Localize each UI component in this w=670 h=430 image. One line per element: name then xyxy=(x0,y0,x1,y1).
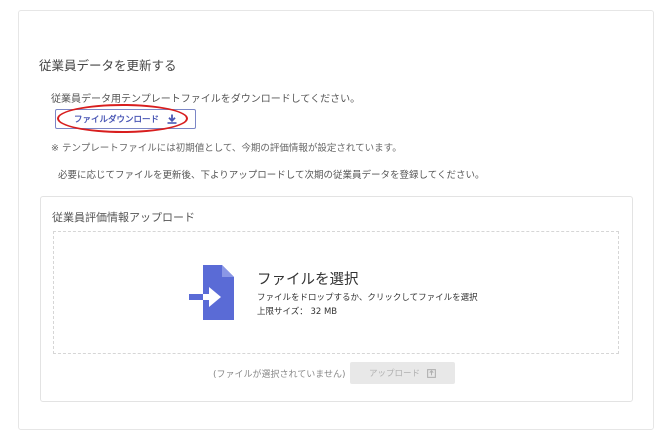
select-file-title: ファイルを選択 xyxy=(257,272,359,288)
upload-button[interactable]: アップロード xyxy=(350,362,455,384)
page-title: 従業員データを更新する xyxy=(39,58,177,73)
file-import-icon xyxy=(187,263,245,325)
update-note: 必要に応じてファイルを更新後、下よりアップロードして次期の従業員データを登録して… xyxy=(58,170,485,181)
upload-section-title: 従業員評価情報アップロード xyxy=(52,211,195,224)
download-instruction: 従業員データ用テンプレートファイルをダウンロードしてください。 xyxy=(51,94,361,105)
download-icon xyxy=(167,114,177,124)
template-note: ※ テンプレートファイルには初期値として、今期の評価情報が設定されています。 xyxy=(51,143,402,154)
file-download-label: ファイルダウンロード xyxy=(73,115,159,125)
size-limit-text: 上限サイズ： 32 MB xyxy=(257,307,338,317)
file-download-button[interactable]: ファイルダウンロード xyxy=(55,109,196,129)
drop-instruction: ファイルをドロップするか、クリックしてファイルを選択 xyxy=(257,293,478,303)
upload-button-label: アップロード xyxy=(368,369,420,379)
no-file-selected-text: (ファイルが選択されていません) xyxy=(213,370,346,380)
upload-icon xyxy=(427,368,436,378)
